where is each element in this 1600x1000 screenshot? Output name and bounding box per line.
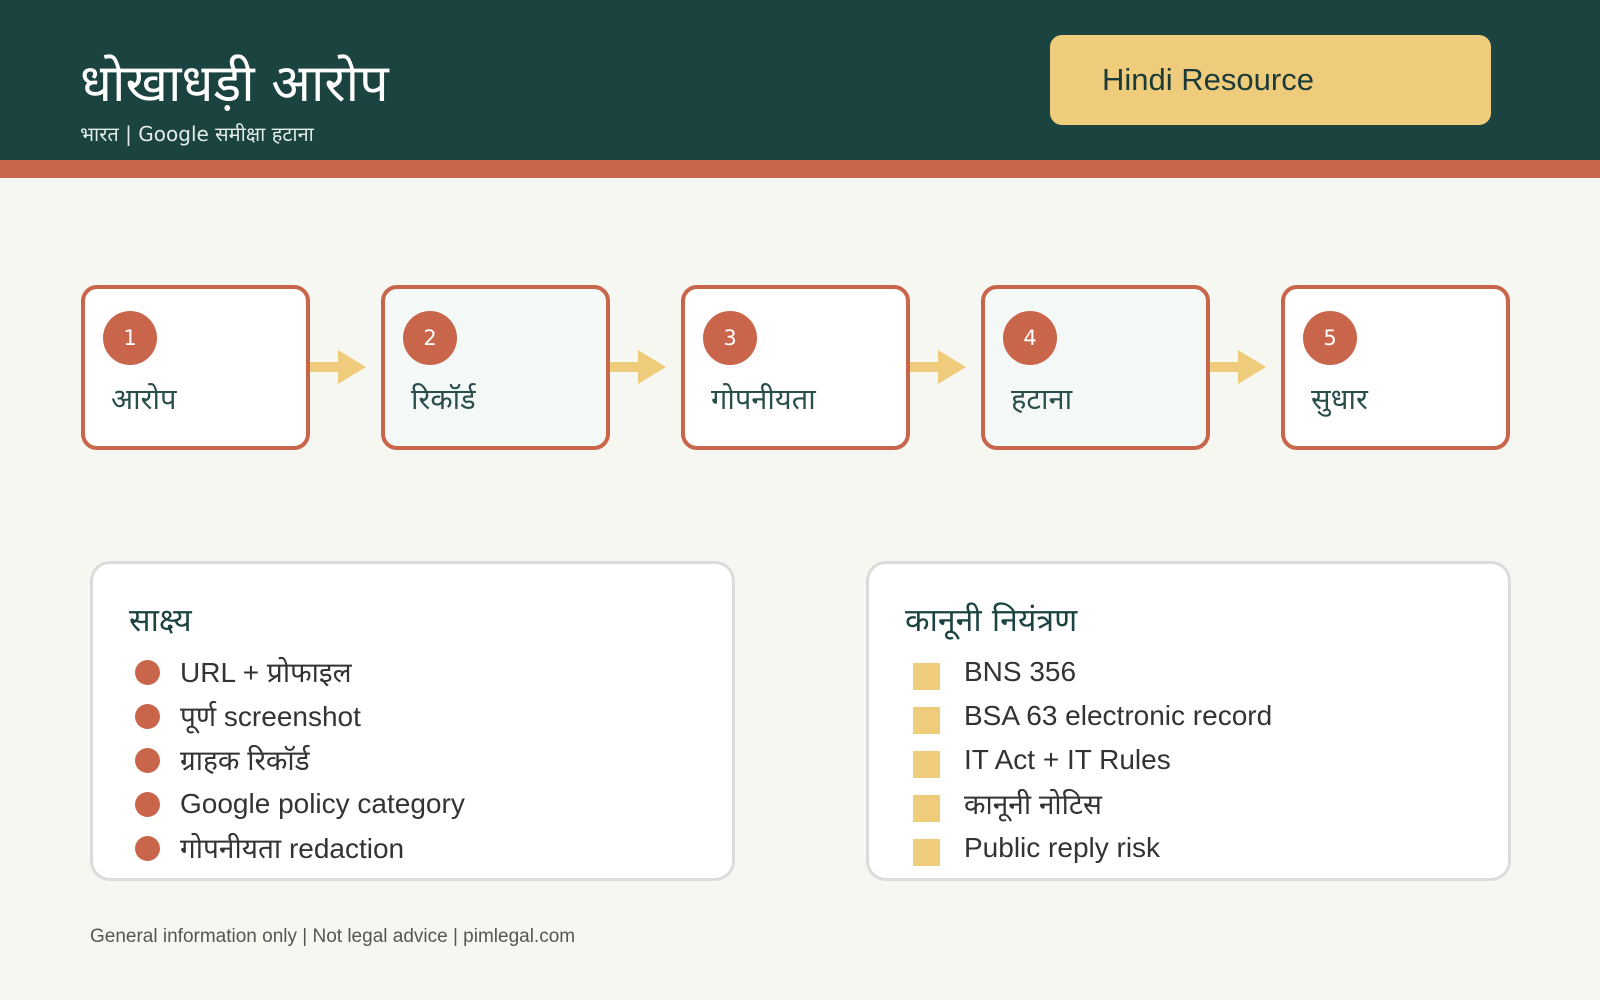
bullet-dot-icon <box>135 703 160 729</box>
list-item: ग्राहक रिकॉर्ड <box>135 738 465 782</box>
list-item: Google policy category <box>135 782 465 826</box>
step-label: आरोप <box>111 382 177 416</box>
step-label: रिकॉर्ड <box>411 382 476 416</box>
arrow-right-icon <box>310 350 366 384</box>
step-number-badge: 5 <box>1303 311 1357 365</box>
bullet-dot-icon <box>135 659 160 685</box>
legal-list: BNS 356 BSA 63 electronic record IT Act … <box>913 650 1272 870</box>
step-number-badge: 1 <box>103 311 157 365</box>
step-number-badge: 2 <box>403 311 457 365</box>
step-number-badge: 4 <box>1003 311 1057 365</box>
page-title: धोखाधड़ी आरोप <box>80 54 389 114</box>
step-box-2: 2 रिकॉर्ड <box>381 285 610 450</box>
arrow-right-icon <box>910 350 966 384</box>
step-label: हटाना <box>1011 382 1073 416</box>
step-number-badge: 3 <box>703 311 757 365</box>
legal-controls-card: कानूनी नियंत्रण BNS 356 BSA 63 electroni… <box>866 561 1511 881</box>
bullet-square-icon <box>913 838 940 866</box>
bullet-square-icon <box>913 794 940 822</box>
legal-card-title: कानूनी नियंत्रण <box>905 601 1078 639</box>
resource-badge-label: Hindi Resource <box>1102 62 1314 97</box>
list-item-text: Google policy category <box>180 788 465 819</box>
list-item: BSA 63 electronic record <box>913 694 1272 738</box>
list-item-text: Public reply risk <box>964 832 1161 863</box>
bullet-square-icon <box>913 706 940 734</box>
step-box-1: 1 आरोप <box>81 285 310 450</box>
bullet-dot-icon <box>135 747 160 773</box>
step-box-3: 3 गोपनीयता <box>681 285 910 450</box>
list-item-text: BNS 356 <box>964 656 1077 687</box>
list-item: BNS 356 <box>913 650 1272 694</box>
list-item-text: ग्राहक रिकॉर्ड <box>180 745 310 776</box>
bullet-dot-icon <box>135 791 160 817</box>
list-item-text: गोपनीयता redaction <box>180 833 405 864</box>
evidence-card-title: साक्ष्य <box>129 601 192 639</box>
list-item: पूर्ण screenshot <box>135 694 465 738</box>
page-subtitle: भारत | Google समीक्षा हटाना <box>80 122 314 146</box>
step-label: सुधार <box>1311 382 1368 416</box>
list-item-text: URL + प्रोफाइल <box>180 657 352 688</box>
arrow-right-icon <box>610 350 666 384</box>
list-item: IT Act + IT Rules <box>913 738 1272 782</box>
list-item: URL + प्रोफाइल <box>135 650 465 694</box>
footer-disclaimer: General information only | Not legal adv… <box>90 926 576 947</box>
step-box-4: 4 हटाना <box>981 285 1210 450</box>
bullet-square-icon <box>913 662 940 690</box>
list-item-text: पूर्ण screenshot <box>180 701 361 732</box>
header-accent-stripe <box>0 160 1600 178</box>
resource-badge: Hindi Resource <box>1050 35 1491 125</box>
list-item: Public reply risk <box>913 826 1272 870</box>
list-item: कानूनी नोटिस <box>913 782 1272 826</box>
header-bar: धोखाधड़ी आरोप भारत | Google समीक्षा हटान… <box>0 0 1600 160</box>
step-label: गोपनीयता <box>711 382 816 416</box>
arrow-right-icon <box>1210 350 1266 384</box>
evidence-list: URL + प्रोफाइल पूर्ण screenshot ग्राहक र… <box>135 650 465 870</box>
list-item-text: IT Act + IT Rules <box>964 744 1171 775</box>
list-item-text: कानूनी नोटिस <box>964 789 1102 820</box>
bullet-dot-icon <box>135 835 160 861</box>
list-item-text: BSA 63 electronic record <box>964 700 1273 731</box>
evidence-card: साक्ष्य URL + प्रोफाइल पूर्ण screenshot … <box>90 561 735 881</box>
step-box-5: 5 सुधार <box>1281 285 1510 450</box>
list-item: गोपनीयता redaction <box>135 826 465 870</box>
bullet-square-icon <box>913 750 940 778</box>
